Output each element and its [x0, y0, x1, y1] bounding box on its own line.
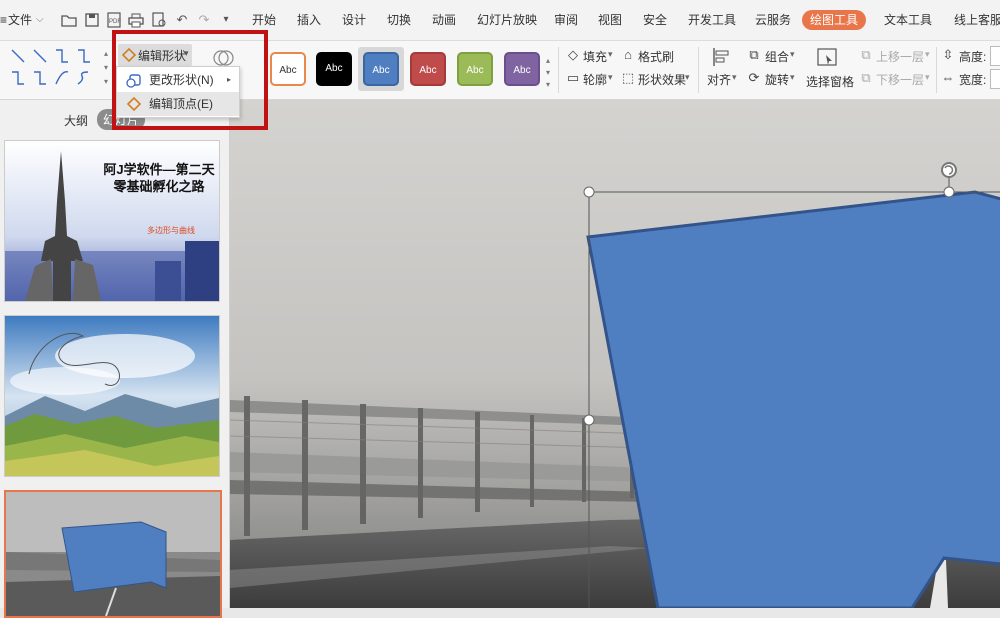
tab-developer[interactable]: 开发工具: [688, 0, 736, 40]
bring-forward-button[interactable]: 上移一层: [876, 48, 924, 65]
resize-handle: [583, 186, 595, 198]
tab-transition[interactable]: 切换: [387, 0, 411, 40]
undo-icon[interactable]: ↶: [174, 12, 190, 28]
rotate-icon[interactable]: ⟳: [746, 70, 762, 86]
file-menu[interactable]: 文件: [8, 0, 32, 40]
tab-text-tools[interactable]: 文本工具: [884, 0, 932, 40]
gallery-scroll[interactable]: ▴ ▾ ▾: [104, 47, 112, 93]
slide-panel: 大纲 幻灯片 阿J学软件—第二天 零基础孵化之路 多边形与曲线: [0, 100, 230, 618]
annotation-highlight-box: [112, 30, 268, 130]
tab-drawing-tools[interactable]: 绘图工具: [802, 10, 867, 30]
send-backward-button[interactable]: 下移一层: [876, 71, 924, 88]
folder-icon[interactable]: [61, 12, 77, 28]
blue-polygon-shape[interactable]: [586, 190, 1000, 608]
slide1-title-line2: 零基础孵化之路: [113, 179, 205, 194]
group-icon[interactable]: ⧉: [746, 47, 762, 63]
shape-style-white[interactable]: Abc: [270, 52, 306, 86]
tab-animation[interactable]: 动画: [432, 0, 456, 40]
svg-text:PDF: PDF: [109, 19, 121, 25]
height-label: 高度:: [959, 50, 987, 64]
more-icon[interactable]: ▾: [218, 12, 234, 28]
tab-view[interactable]: 视图: [598, 0, 622, 40]
outline-icon[interactable]: ▭: [565, 70, 581, 86]
shape-effect-button[interactable]: 形状效果: [638, 71, 686, 88]
rotate-button[interactable]: 旋转: [765, 71, 789, 88]
tab-insert[interactable]: 插入: [297, 0, 321, 40]
tab-review[interactable]: 审阅: [554, 0, 578, 40]
shape-style-purple[interactable]: Abc: [504, 52, 540, 86]
tab-security[interactable]: 安全: [643, 0, 667, 40]
shape-style-black[interactable]: Abc: [316, 52, 352, 86]
tab-cloud-service[interactable]: 云服务: [755, 0, 791, 40]
slide-thumbnail-3[interactable]: [4, 490, 222, 618]
style-gallery-scroll[interactable]: ▴ ▾ ▾: [546, 55, 554, 91]
redo-icon[interactable]: ↷: [196, 12, 212, 28]
slide-canvas[interactable]: [230, 100, 1000, 608]
bring-forward-icon[interactable]: ⧉: [858, 47, 874, 63]
save-icon[interactable]: [84, 12, 100, 28]
resize-handle: [583, 414, 595, 426]
format-brush-icon[interactable]: ⌂: [620, 47, 636, 63]
slide1-title-line1: 阿J学软件—第二天: [103, 162, 215, 177]
tab-slideshow[interactable]: 幻灯片放映: [477, 0, 537, 40]
tab-online-support[interactable]: 线上客服: [954, 0, 1000, 40]
group-button[interactable]: 组合: [765, 48, 789, 65]
outline-button[interactable]: 轮廓: [583, 71, 607, 88]
slide-thumbnail-1[interactable]: 阿J学软件—第二天 零基础孵化之路 多边形与曲线: [4, 140, 220, 302]
align-icon[interactable]: [711, 47, 731, 70]
shape-style-blue[interactable]: Abc: [363, 52, 399, 86]
slide1-subtitle: 多边形与曲线: [147, 226, 195, 235]
selection-pane-button[interactable]: 选择窗格: [806, 73, 854, 90]
format-brush-button[interactable]: 格式刷: [638, 48, 674, 65]
tab-design[interactable]: 设计: [342, 0, 366, 40]
shape-style-green[interactable]: Abc: [457, 52, 493, 86]
print-preview-icon[interactable]: [151, 12, 167, 28]
print-icon[interactable]: [128, 12, 144, 28]
hamburger-icon[interactable]: ≡: [0, 0, 7, 40]
width-icon: ⇔: [941, 70, 955, 85]
resize-handle: [943, 186, 955, 198]
width-label: 宽度:: [959, 73, 987, 87]
fill-button[interactable]: 填充: [583, 48, 607, 65]
align-button[interactable]: 对齐: [707, 71, 731, 88]
shape-effect-icon[interactable]: ⬚: [620, 70, 636, 86]
send-backward-icon[interactable]: ⧉: [858, 70, 874, 86]
fill-icon[interactable]: ◇: [565, 47, 581, 63]
tab-outline[interactable]: 大纲: [64, 112, 88, 129]
pdf-icon[interactable]: PDF: [106, 12, 122, 28]
height-input[interactable]: [990, 46, 1000, 66]
shape-style-red[interactable]: Abc: [410, 52, 446, 86]
chevron-down-icon[interactable]: ⌵: [36, 0, 44, 40]
slide-thumbnail-2[interactable]: [4, 315, 220, 477]
line-shape-gallery[interactable]: [4, 44, 104, 94]
width-input[interactable]: [990, 69, 1000, 89]
height-icon: ⇳: [942, 47, 954, 62]
selection-pane-icon[interactable]: [816, 47, 838, 72]
rotate-handle-icon: [941, 162, 957, 178]
